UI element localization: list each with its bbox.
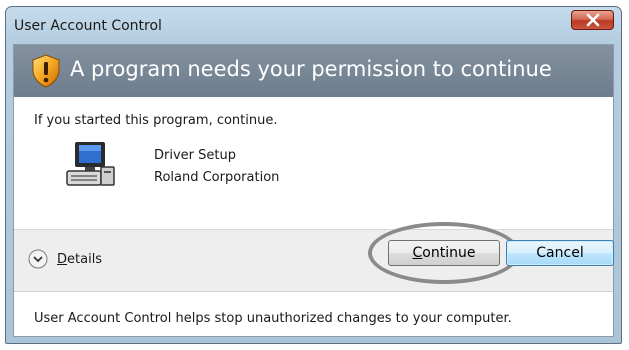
close-button[interactable] <box>571 10 614 30</box>
program-name: Driver Setup <box>154 148 236 163</box>
prompt-text: If you started this program, continue. <box>34 113 278 128</box>
shield-warning-icon <box>32 54 60 88</box>
program-publisher: Roland Corporation <box>154 170 280 185</box>
uac-dialog: User Account Control A program needs you… <box>5 6 622 344</box>
cancel-button[interactable]: Cancel <box>506 240 614 266</box>
close-icon <box>586 13 599 27</box>
continue-button[interactable]: Continue <box>388 240 500 266</box>
banner-heading: A program needs your permission to conti… <box>70 57 552 81</box>
title-bar: User Account Control <box>6 7 621 45</box>
chevron-down-icon <box>28 249 48 269</box>
computer-icon <box>66 142 115 186</box>
details-toggle[interactable]: Details <box>28 248 102 270</box>
permission-banner: A program needs your permission to conti… <box>14 45 613 97</box>
dialog-body: A program needs your permission to conti… <box>13 44 614 337</box>
details-label: Details <box>57 251 103 267</box>
action-bar: Details Continue Cancel <box>14 222 614 292</box>
footer-text: User Account Control helps stop unauthor… <box>34 311 512 326</box>
window-title: User Account Control <box>14 18 162 34</box>
